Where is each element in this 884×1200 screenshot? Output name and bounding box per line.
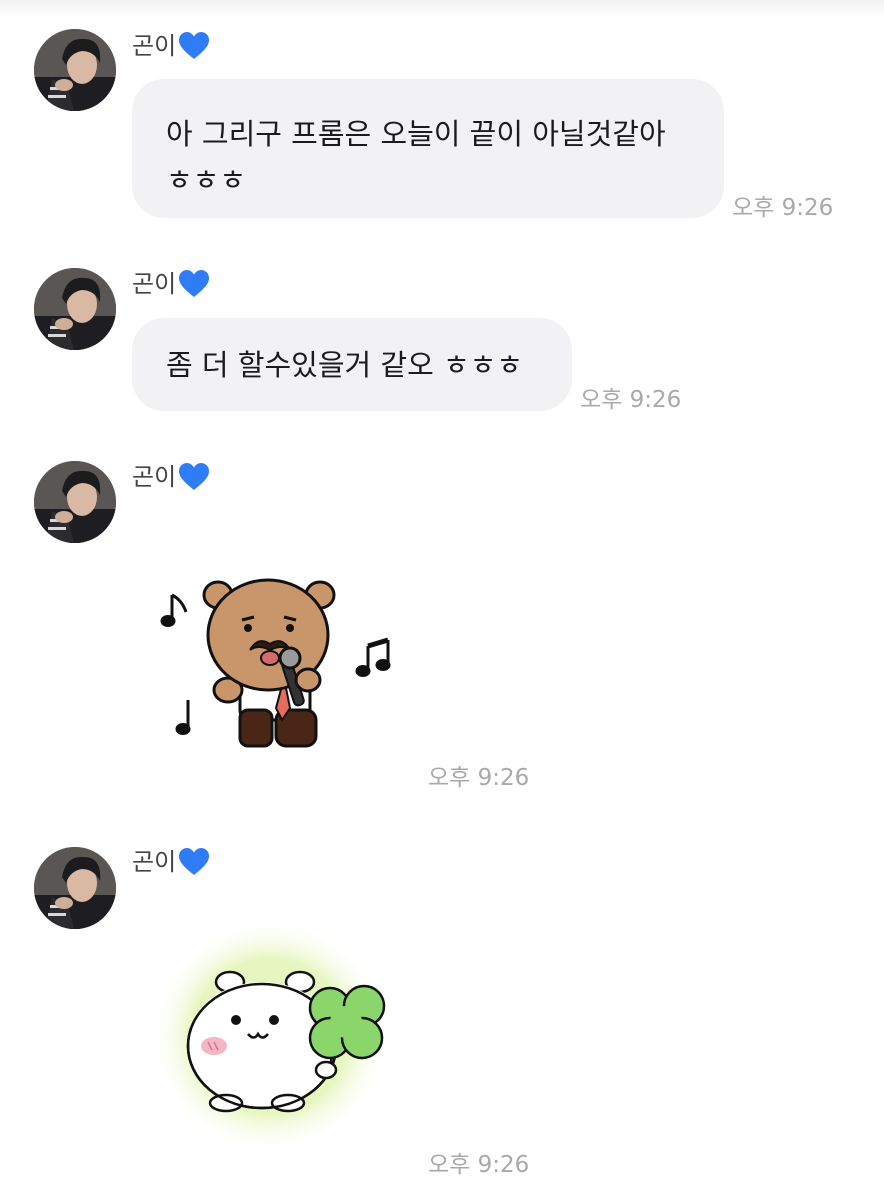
- sender-label: 곤이: [132, 848, 177, 876]
- sender-name: 곤이: [132, 31, 210, 61]
- time-text: 오후 9:26: [428, 765, 530, 791]
- avatar[interactable]: [34, 29, 116, 111]
- avatar[interactable]: [34, 461, 116, 543]
- sender-label: 곤이: [132, 463, 177, 491]
- sender-name: 곤이: [132, 269, 210, 299]
- music-notes-icon: [355, 637, 391, 677]
- time-text: 오후 9:26: [428, 1152, 530, 1178]
- time-text: 오후 9:26: [732, 195, 834, 221]
- sender-name: 곤이: [132, 847, 210, 877]
- music-note-icon: [175, 700, 191, 735]
- clover-hamster-sticker[interactable]: [150, 918, 420, 1158]
- singing-bear-sticker[interactable]: [158, 560, 398, 760]
- message-time: 오후 9:26: [428, 1145, 529, 1179]
- top-shade: [0, 0, 884, 18]
- sender-label: 곤이: [132, 270, 177, 298]
- message-time: 오후 9:26: [732, 188, 833, 222]
- message-text: ㅎㅎㅎ: [166, 163, 247, 197]
- avatar[interactable]: [34, 847, 116, 929]
- sender-label: 곤이: [132, 32, 177, 60]
- music-note-icon: [160, 593, 188, 627]
- avatar[interactable]: [34, 268, 116, 350]
- message-text: 좀 더 할수있을거 같오 ㅎㅎㅎ: [166, 348, 524, 382]
- message-bubble[interactable]: 아 그리구 프롬은 오늘이 끝이 아닐것같아 ㅎㅎㅎ: [132, 79, 724, 218]
- message-bubble[interactable]: 좀 더 할수있을거 같오 ㅎㅎㅎ: [132, 318, 572, 411]
- blue-heart-icon: [178, 462, 210, 492]
- blue-heart-icon: [178, 269, 210, 299]
- blue-heart-icon: [178, 31, 210, 61]
- message-time: 오후 9:26: [428, 758, 529, 792]
- message-time: 오후 9:26: [580, 380, 681, 414]
- blue-heart-icon: [178, 847, 210, 877]
- sender-name: 곤이: [132, 462, 210, 492]
- time-text: 오후 9:26: [580, 387, 682, 413]
- message-text: 아 그리구 프롬은 오늘이 끝이 아닐것같아: [166, 117, 666, 151]
